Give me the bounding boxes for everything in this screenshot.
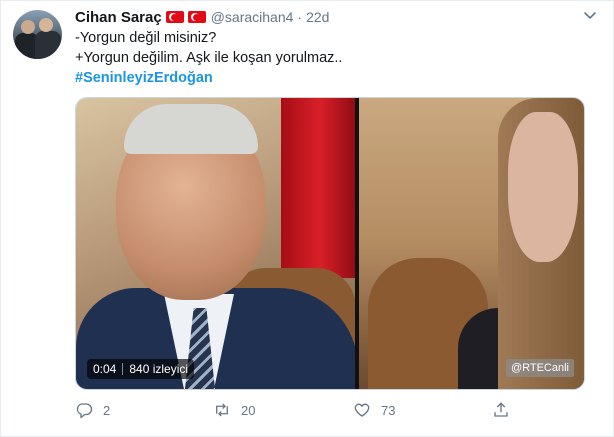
hashtag-link[interactable]: #SeninleyizErdoğan <box>75 68 342 88</box>
tweet-text-line: -Yorgun değil misiniz? <box>75 30 217 46</box>
video-status-pill: 0:04 840 izleyici <box>87 359 195 379</box>
reply-icon <box>76 403 93 419</box>
reply-button[interactable]: 2 <box>75 401 110 419</box>
turkey-flag-icon <box>165 11 184 23</box>
avatar-figure <box>21 20 35 34</box>
tweet-card[interactable]: Cihan Saraç @saracihan4 · 22d -Yorgun de… <box>0 0 614 437</box>
tweet-text-line: +Yorgun değilim. Aşk ile koşan yorulmaz.… <box>75 50 343 66</box>
interviewer-face <box>508 112 578 262</box>
video-views: 840 izleyici <box>129 362 189 376</box>
tweet-header: Cihan Saraç @saracihan4 · 22d <box>75 7 329 27</box>
avatar[interactable] <box>13 10 62 59</box>
timestamp[interactable]: 22d <box>306 9 329 25</box>
author-name[interactable]: Cihan Saraç <box>75 9 162 26</box>
like-button[interactable]: 73 <box>353 401 395 419</box>
speaker-hair <box>124 104 258 154</box>
tweet-text: -Yorgun değil misiniz? +Yorgun değilim. … <box>75 28 342 88</box>
video-frame-left <box>76 98 358 389</box>
video-elapsed: 0:04 <box>93 362 117 376</box>
reply-count: 2 <box>103 402 111 418</box>
split-divider <box>355 98 359 389</box>
turkey-flag-icon <box>187 11 206 23</box>
header-separator: · <box>297 9 303 25</box>
flag-drape <box>281 98 358 278</box>
heart-icon <box>354 403 370 417</box>
video-frame-right <box>358 98 584 389</box>
author-handle[interactable]: @saracihan4 <box>211 9 294 25</box>
video-player[interactable]: 0:04 840 izleyici @RTECanli <box>75 97 585 390</box>
avatar-figure <box>35 31 61 59</box>
channel-watermark: @RTECanli <box>505 359 574 377</box>
tweet-actions: 2 20 73 <box>75 401 515 423</box>
share-icon <box>494 402 508 417</box>
retweet-button[interactable]: 20 <box>213 401 255 419</box>
like-count: 73 <box>381 402 396 418</box>
retweet-count: 20 <box>241 402 256 418</box>
retweet-icon <box>216 403 228 417</box>
share-button[interactable] <box>492 401 510 419</box>
pill-separator <box>122 363 124 375</box>
chevron-down-icon[interactable] <box>583 11 597 21</box>
avatar-figure <box>39 18 53 32</box>
